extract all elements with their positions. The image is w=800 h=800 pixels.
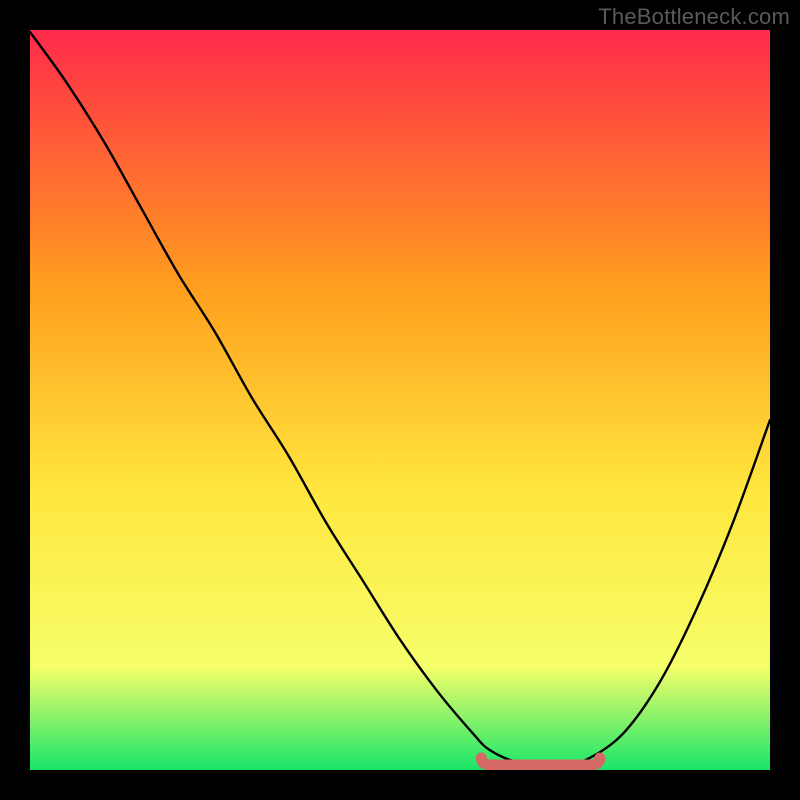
- curve-layer: [30, 30, 770, 770]
- bottleneck-curve: [30, 32, 770, 764]
- attribution-text: TheBottleneck.com: [598, 4, 790, 30]
- chart-frame: TheBottleneck.com: [0, 0, 800, 800]
- plot-area: [30, 30, 770, 770]
- optimal-range-marker: [481, 758, 599, 765]
